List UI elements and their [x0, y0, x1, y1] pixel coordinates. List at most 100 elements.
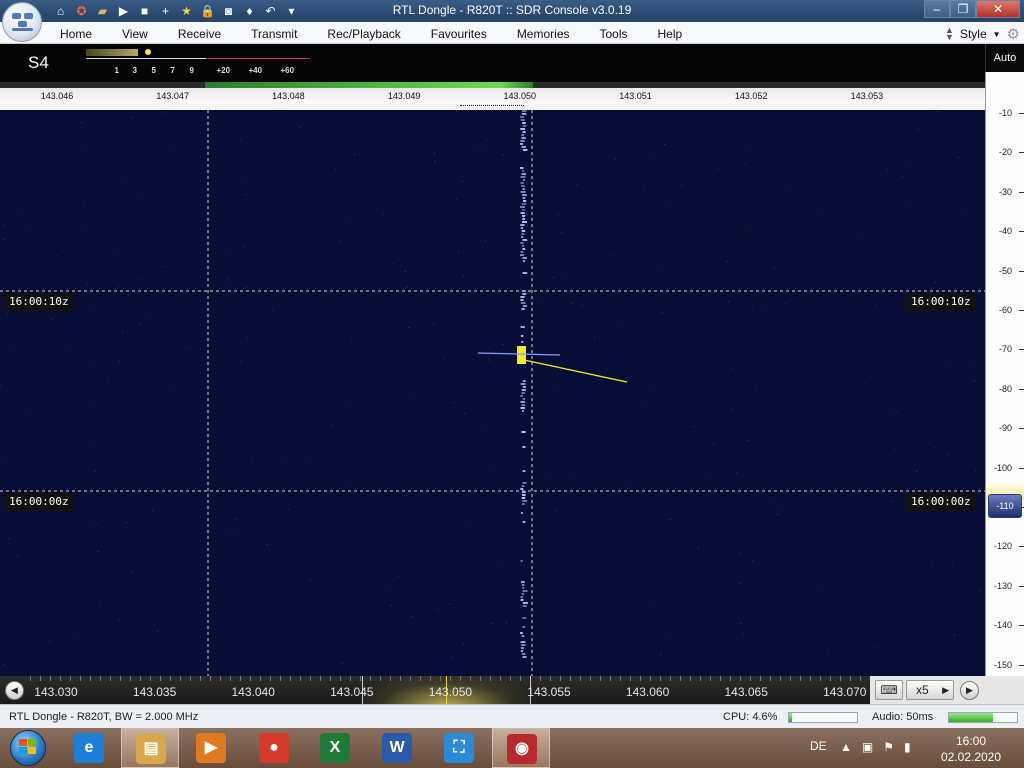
menu-memories[interactable]: Memories: [517, 27, 570, 41]
waterfall-display[interactable]: 16:00:10z 16:00:10z 16:00:00z 16:00:00z: [0, 110, 985, 676]
taskbar-item[interactable]: e: [60, 728, 118, 768]
show-hidden-icons[interactable]: ▲: [840, 740, 852, 754]
taskbar-item[interactable]: ◉: [492, 728, 550, 768]
noise-speck: [651, 388, 653, 390]
noise-speck: [894, 449, 896, 451]
noise-speck: [99, 604, 101, 606]
style-dropdown-icon[interactable]: ▼: [993, 30, 1001, 39]
gear-icon[interactable]: ⚙: [1007, 25, 1020, 43]
db-tick: [1019, 546, 1024, 548]
menu-receive[interactable]: Receive: [178, 27, 221, 41]
db-level-slider[interactable]: -110: [988, 494, 1022, 518]
minimize-button[interactable]: –: [924, 0, 950, 18]
noise-speck: [444, 358, 446, 360]
noise-speck: [676, 446, 678, 448]
menu-rec-playback[interactable]: Rec/Playback: [327, 27, 400, 41]
menu-view[interactable]: View: [122, 27, 148, 41]
menu-tools[interactable]: Tools: [600, 27, 628, 41]
carrier-trace: [522, 470, 526, 472]
carrier-trace: [520, 251, 524, 253]
taskbar-item[interactable]: W: [368, 728, 426, 768]
carrier-trace: [522, 197, 526, 199]
noise-speck: [951, 562, 953, 564]
noise-speck: [875, 305, 877, 306]
db-scale[interactable]: -10 -20 -30 -40 -50 -60 -70 -80 -90 -100 -110 -120 -…: [985, 72, 1024, 676]
noise-speck: [538, 297, 540, 298]
db-tick: [1019, 113, 1024, 114]
style-selector[interactable]: ▲ ▼ Style ▼ ⚙: [945, 25, 1020, 44]
timestamp-right-lower: 16:00:00z: [906, 493, 976, 511]
noise-speck: [462, 359, 464, 361]
scroll-right-button[interactable]: ▶: [960, 681, 979, 700]
noise-speck: [873, 646, 875, 648]
keyboard-icon[interactable]: ⌨: [875, 680, 903, 700]
carrier-trace: [522, 602, 528, 604]
close-button[interactable]: ✕: [976, 0, 1020, 18]
menu-home[interactable]: Home: [60, 27, 92, 41]
carrier-trace: [520, 212, 525, 214]
carrier-trace: [520, 224, 525, 226]
noise-speck: [738, 582, 741, 584]
app-logo-icon: [12, 13, 34, 33]
carrier-trace: [521, 389, 526, 391]
noise-speck: [660, 653, 662, 655]
taskbar-item[interactable]: X: [306, 728, 364, 768]
device-status: RTL Dongle - R820T, BW = 2.000 MHz: [9, 711, 199, 723]
system-clock[interactable]: 16:00 02.02.2020: [932, 733, 1010, 765]
noise-speck: [93, 443, 95, 445]
noise-speck: [330, 424, 332, 426]
noise-speck: [493, 468, 495, 470]
overview-frequency-label: 143.065: [724, 685, 768, 699]
noise-speck: [906, 204, 908, 206]
device-icon[interactable]: ▣: [862, 740, 873, 754]
frequency-overview[interactable]: 143.030 143.035 143.040 143.045 143.050 143.0…: [0, 676, 985, 704]
menu-help[interactable]: Help: [658, 27, 683, 41]
noise-speck: [186, 347, 188, 349]
flag-icon[interactable]: ⚑: [883, 740, 894, 754]
overview-frequency-label: 143.055: [527, 685, 571, 699]
carrier-trace: [520, 182, 524, 184]
network-signal-icon[interactable]: ▮: [904, 740, 911, 754]
noise-speck: [745, 147, 747, 149]
carrier-trace: [522, 122, 526, 124]
language-indicator[interactable]: DE: [810, 739, 827, 753]
noise-speck: [519, 288, 521, 290]
carrier-trace: [520, 242, 524, 244]
noise-speck: [669, 518, 671, 520]
carrier-trace: [522, 257, 527, 259]
carrier-trace: [521, 146, 526, 148]
taskbar-item[interactable]: ⛶: [430, 728, 488, 768]
noise-speck: [935, 281, 937, 283]
noise-speck: [726, 261, 728, 262]
carrier-trace: [521, 503, 525, 505]
updown-arrows-icon[interactable]: ▲ ▼: [945, 26, 954, 42]
noise-speck: [489, 360, 491, 362]
zoom-selector[interactable]: x5 ▶: [906, 680, 954, 700]
noise-speck: [3, 663, 5, 665]
taskbar-item[interactable]: ▶: [182, 728, 240, 768]
noise-speck: [666, 636, 668, 637]
carrier-trace: [522, 380, 526, 382]
noise-speck: [246, 194, 248, 196]
carrier-trace: [522, 221, 527, 223]
menu-favourites[interactable]: Favourites: [431, 27, 487, 41]
noise-speck: [787, 185, 790, 187]
taskbar-item[interactable]: ●: [245, 728, 303, 768]
noise-speck: [299, 126, 301, 128]
noise-speck: [139, 323, 141, 325]
noise-speck: [240, 360, 242, 362]
start-button[interactable]: [4, 728, 48, 768]
carrier-trace: [521, 233, 525, 235]
taskbar-item[interactable]: ▤: [121, 728, 179, 768]
menu-transmit[interactable]: Transmit: [251, 27, 297, 41]
noise-speck: [832, 567, 834, 569]
noise-speck: [690, 543, 692, 545]
auto-button[interactable]: Auto: [985, 44, 1024, 72]
s-meter: S4 1 3 5 7 9 +20 +40 +60: [0, 44, 985, 82]
signal-burst: [517, 346, 526, 364]
application-menu-button[interactable]: [2, 2, 42, 42]
maximize-button[interactable]: ❐: [950, 0, 976, 18]
noise-speck: [410, 616, 413, 618]
carrier-trace: [520, 302, 526, 304]
scroll-left-button[interactable]: ◀: [5, 681, 24, 700]
